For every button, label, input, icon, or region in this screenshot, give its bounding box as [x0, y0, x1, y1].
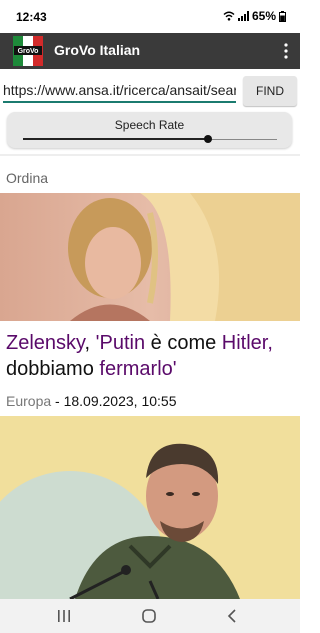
headline-text: dobbiamo	[6, 358, 100, 380]
headline-text: è come	[145, 332, 222, 354]
recents-icon[interactable]	[54, 607, 74, 625]
status-bar: 12:43 65%	[0, 0, 300, 33]
back-icon[interactable]	[222, 607, 242, 625]
headline-link-zelensky[interactable]: Zelensky	[6, 332, 85, 354]
home-icon[interactable]	[139, 607, 159, 625]
app-title: GroVo Italian	[54, 42, 141, 58]
headline-link-fermarlo[interactable]: fermarlo	[99, 358, 172, 380]
headline-text: '	[172, 358, 177, 380]
status-icons: 65%	[223, 9, 286, 23]
app-bar: GroVo GroVo Italian	[0, 33, 300, 69]
system-nav-bar	[0, 599, 300, 633]
speech-rate-panel: Speech Rate	[7, 112, 292, 148]
signal-icon	[237, 11, 249, 21]
headline-text: ,	[84, 332, 96, 354]
article-date: - 18.09.2023, 10:55	[51, 393, 177, 409]
app-logo: GroVo	[13, 36, 43, 66]
article-image[interactable]	[0, 193, 300, 321]
app-logo-text: GroVo	[18, 48, 39, 55]
wifi-icon	[223, 11, 235, 21]
speech-rate-fill	[23, 138, 209, 140]
article-headline[interactable]: Zelensky, 'Putin è come Hitler, dobbiamo…	[6, 330, 296, 382]
article-category[interactable]: Europa	[6, 393, 51, 409]
divider	[0, 154, 300, 156]
article-meta: Europa - 18.09.2023, 10:55	[6, 393, 176, 409]
speech-rate-label: Speech Rate	[114, 118, 185, 132]
headline-text: ,	[267, 332, 273, 354]
speech-rate-thumb[interactable]	[204, 135, 213, 143]
article-image[interactable]	[0, 416, 300, 599]
sort-label[interactable]: Ordina	[6, 170, 48, 186]
overflow-menu-icon[interactable]	[282, 42, 290, 60]
battery-percent: 65%	[251, 9, 276, 23]
url-input[interactable]	[3, 79, 236, 103]
url-bar: FIND	[0, 74, 300, 108]
status-time: 12:43	[16, 10, 47, 24]
headline-link-putin[interactable]: 'Putin	[96, 332, 145, 354]
battery-icon	[279, 10, 286, 22]
headline-link-hitler[interactable]: Hitler	[222, 332, 268, 354]
find-button[interactable]: FIND	[243, 76, 297, 106]
